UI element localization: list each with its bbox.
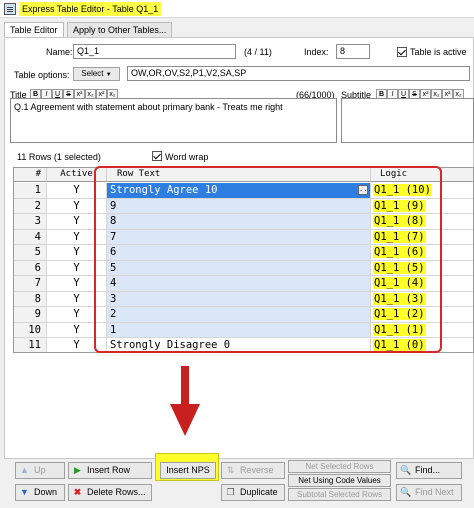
reverse-icon: ⇅ — [226, 465, 235, 475]
row-number: 6 — [14, 260, 47, 276]
find-label: Find... — [415, 465, 441, 475]
duplicate-icon: ❐ — [226, 487, 235, 497]
row-number: 2 — [14, 198, 47, 214]
find-next-label: Find Next — [415, 487, 454, 497]
table-options-field[interactable]: OW,OR,OV,S2,P1,V2,SA,SP — [127, 66, 470, 81]
title-bar: Express Table Editor - Table Q1_1 — [0, 0, 474, 18]
column-header-number[interactable]: # — [14, 168, 47, 182]
annotation-arrow-shaft — [181, 366, 189, 406]
net-using-code-values-button[interactable]: Net Using Code Values — [288, 474, 391, 487]
row-number: 3 — [14, 214, 47, 230]
tab-apply-to-other-tables[interactable]: Apply to Other Tables... — [67, 22, 173, 38]
row-number: 7 — [14, 276, 47, 292]
select-options-button[interactable]: Select ▼ — [73, 67, 120, 81]
table-active-checkbox[interactable] — [397, 47, 407, 57]
position-indicator: (4 / 11) — [244, 47, 272, 57]
arrow-up-icon: ▲ — [20, 465, 29, 475]
table-options-label: Table options: — [14, 70, 70, 80]
name-label: Name: — [46, 47, 73, 57]
up-button[interactable]: ▲ Up — [15, 462, 65, 479]
insert-nps-button[interactable]: Insert NPS — [160, 462, 216, 479]
delete-rows-button[interactable]: ✖ Delete Rows... — [68, 484, 152, 501]
row-count-text: 11 Rows (1 selected) — [17, 152, 101, 162]
select-button-label: Select — [81, 69, 104, 78]
delete-icon: ✖ — [73, 487, 82, 497]
find-next-button[interactable]: 🔍 Find Next — [396, 484, 462, 501]
subtitle-textarea[interactable] — [341, 98, 474, 143]
search-icon: 🔍 — [400, 465, 412, 475]
subtotal-selected-rows-button[interactable]: Subtotal Selected Rows — [288, 488, 391, 501]
name-field[interactable]: Q1_1 — [73, 44, 236, 59]
down-button-label: Down — [34, 487, 58, 497]
row-number: 5 — [14, 245, 47, 261]
window-title: Express Table Editor - Table Q1_1 — [19, 2, 162, 16]
title-textarea[interactable]: Q.1 Agreement with statement about prima… — [10, 98, 337, 143]
play-icon: ▶ — [74, 465, 81, 475]
net-selected-rows-button[interactable]: Net Selected Rows — [288, 460, 391, 473]
row-number: 8 — [14, 291, 47, 307]
down-button[interactable]: ▼ Down — [15, 484, 65, 501]
row-number: 11 — [14, 338, 47, 352]
duplicate-button[interactable]: ❐ Duplicate — [221, 484, 285, 501]
row-number: 1 — [14, 183, 47, 199]
annotation-highlight-box — [94, 166, 442, 353]
reverse-button[interactable]: ⇅ Reverse — [221, 462, 285, 479]
row-number: 10 — [14, 322, 47, 338]
reverse-label: Reverse — [240, 465, 274, 475]
up-button-label: Up — [34, 465, 46, 475]
row-number: 9 — [14, 307, 47, 323]
word-wrap-checkbox[interactable] — [152, 151, 162, 161]
arrow-down-icon: ▼ — [20, 487, 29, 497]
search-next-icon: 🔍 — [400, 487, 412, 497]
table-active-label: Table is active — [410, 47, 467, 57]
annotation-arrow-head — [170, 404, 200, 436]
find-button[interactable]: 🔍 Find... — [396, 462, 462, 479]
index-label: Index: — [304, 47, 329, 57]
title-text: Q.1 Agreement with statement about prima… — [14, 102, 283, 112]
chevron-down-icon: ▼ — [105, 72, 112, 78]
insert-row-button[interactable]: ▶ Insert Row — [68, 462, 152, 479]
row-number: 4 — [14, 229, 47, 245]
app-icon — [4, 3, 16, 15]
index-field[interactable]: 8 — [336, 44, 370, 59]
delete-rows-label: Delete Rows... — [87, 487, 146, 497]
duplicate-label: Duplicate — [240, 487, 278, 497]
word-wrap-label: Word wrap — [165, 152, 209, 162]
insert-row-label: Insert Row — [87, 465, 131, 475]
